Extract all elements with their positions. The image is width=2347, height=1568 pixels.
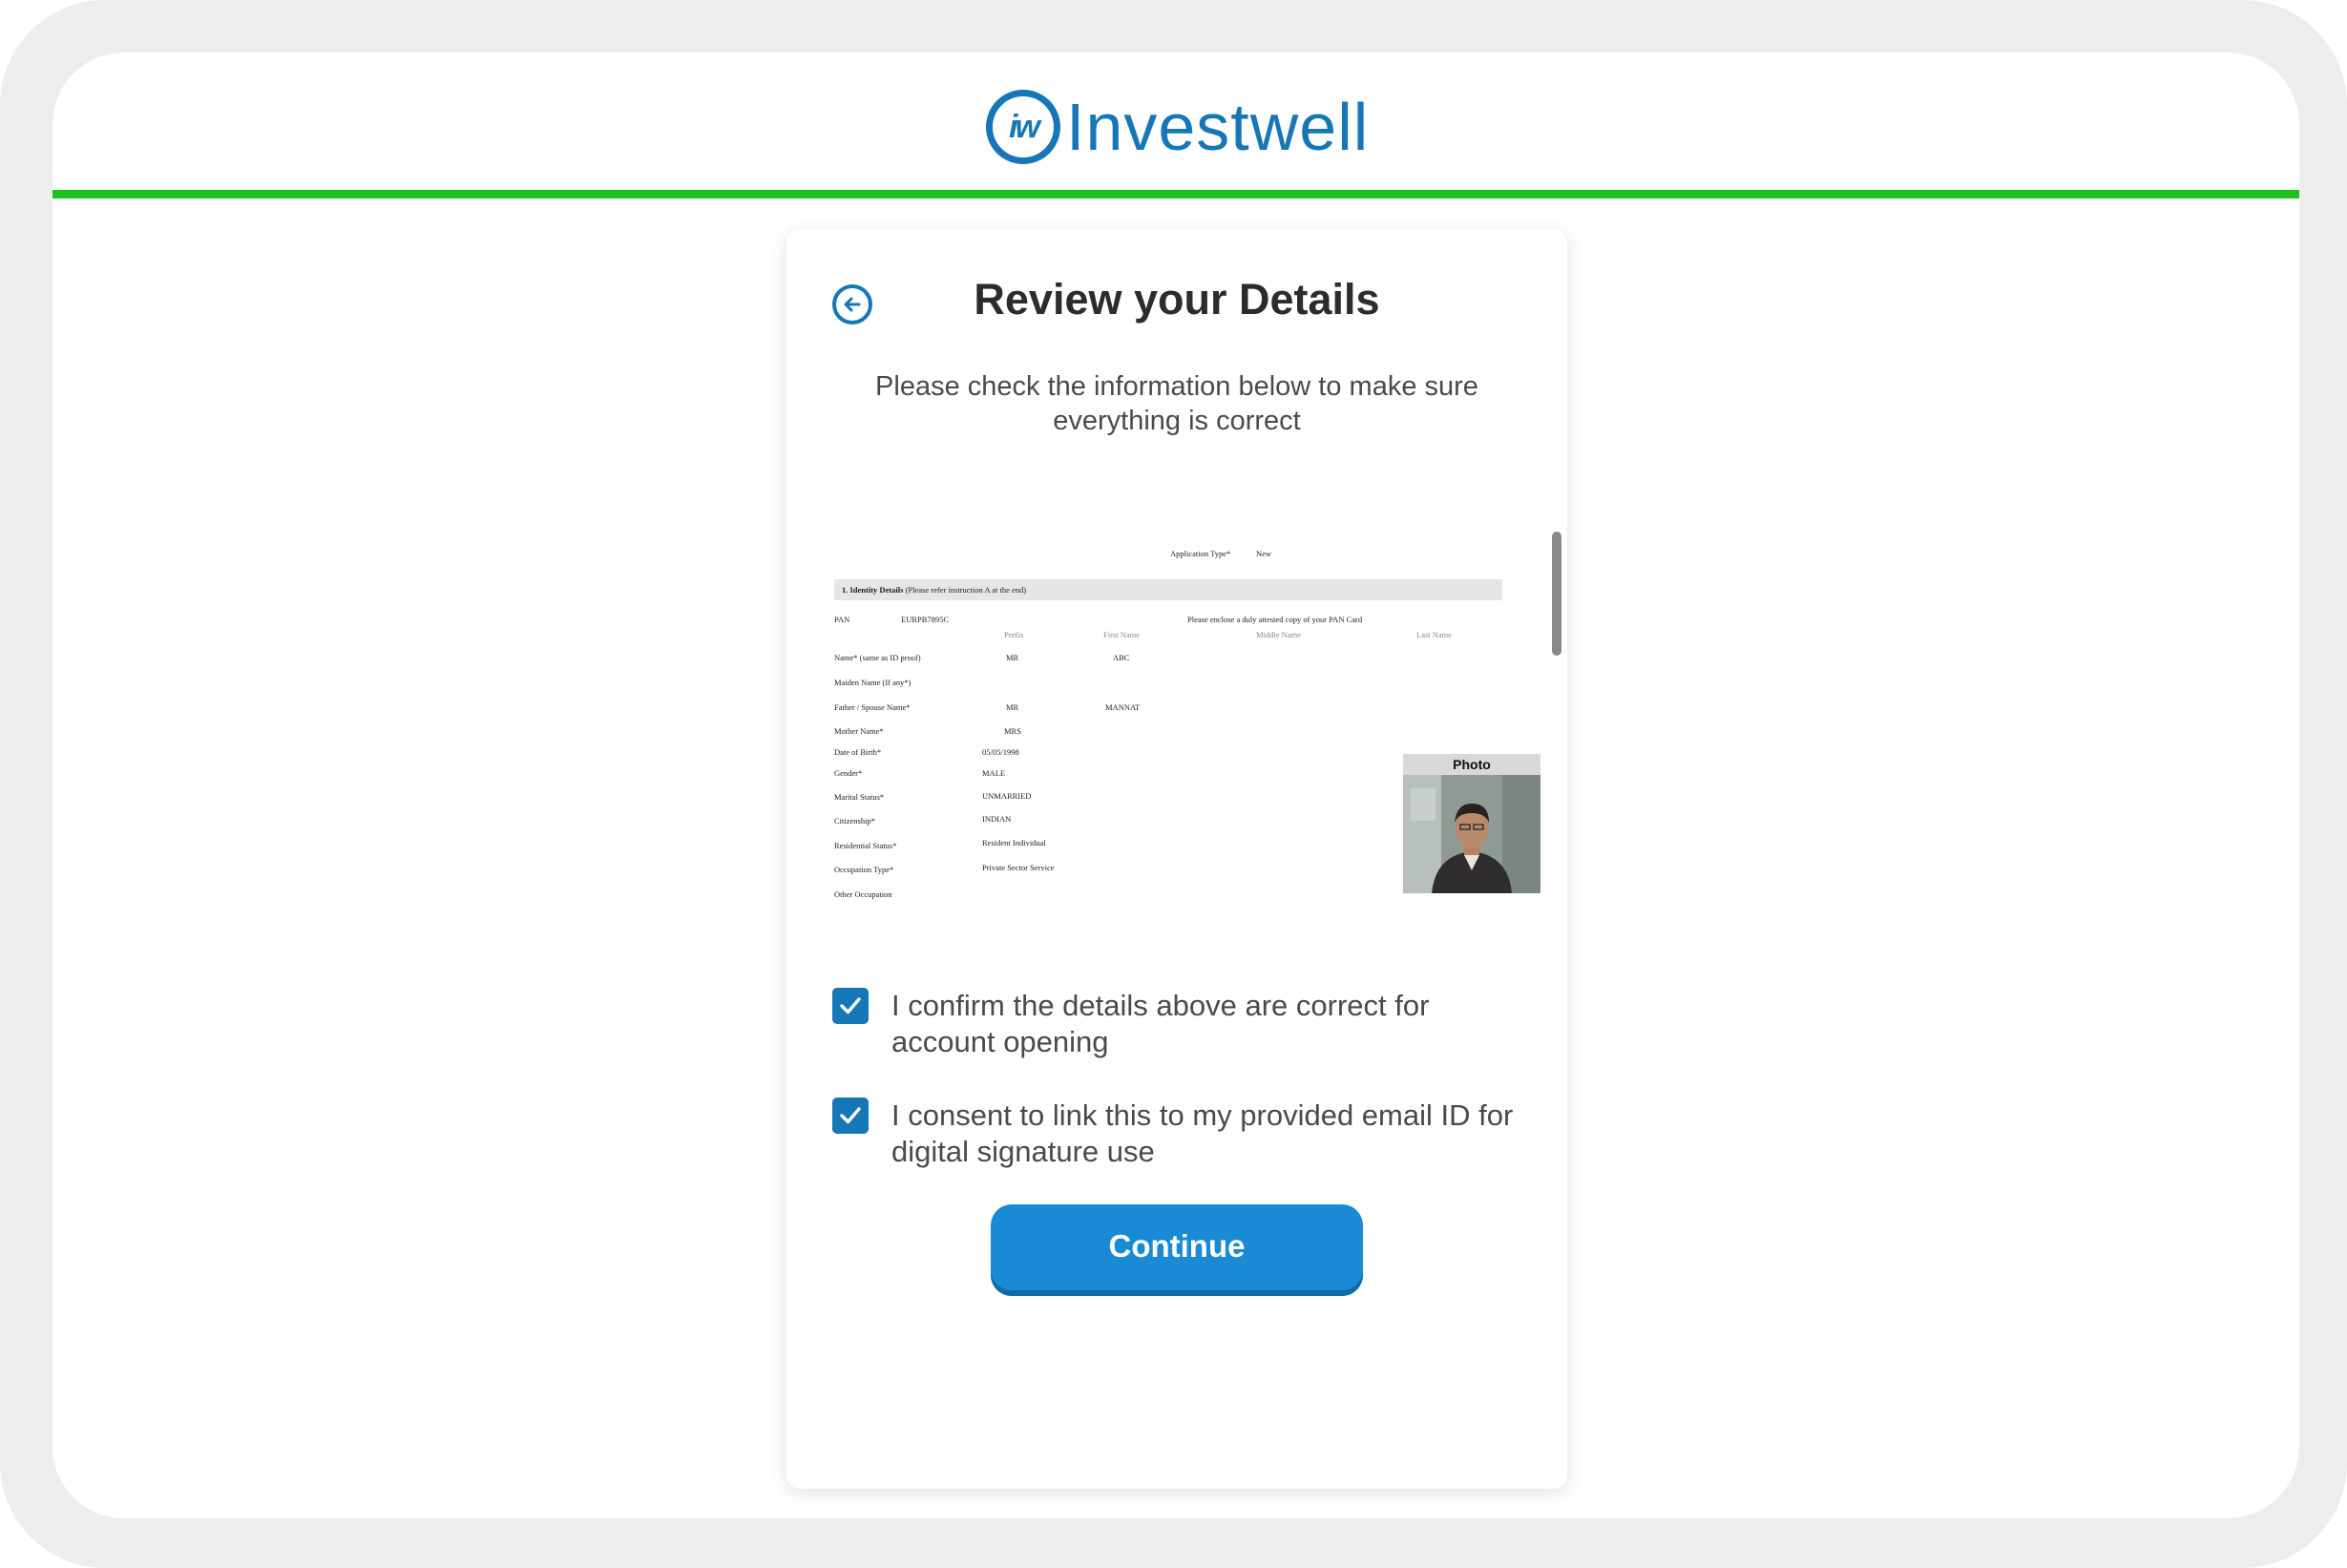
identity-section-header: 1. Identity Details (Please refer instru…	[834, 579, 1502, 600]
application-form-preview[interactable]: Application Type* New 1. Identity Detail…	[834, 515, 1540, 916]
field-value: Private Sector Service	[982, 863, 1055, 872]
column-last-name: Last Name	[1416, 630, 1453, 639]
field-value: UNMARRIED	[982, 791, 1032, 801]
section-title: 1. Identity Details	[842, 585, 904, 595]
column-middle-name: Middle Name	[1256, 630, 1301, 639]
email-consent-checkbox[interactable]	[832, 1098, 869, 1134]
confirm-details-label: I confirm the details above are correct …	[891, 989, 1430, 1058]
continue-button[interactable]: Continue	[991, 1204, 1363, 1296]
logo-mark-icon: iw	[986, 90, 1060, 164]
checkmark-icon	[840, 997, 861, 1014]
confirm-details-checkbox[interactable]	[832, 988, 869, 1024]
app-screen: iw Investwell Review your Details Please…	[52, 52, 2299, 1518]
applicant-photo: Photo	[1403, 754, 1540, 893]
page-subtitle: Please check the information below to ma…	[875, 371, 1478, 436]
field-value: ABC	[1113, 653, 1130, 662]
field-label: Gender*	[834, 768, 863, 778]
logo-text: Investwell	[1066, 90, 1370, 164]
section-note: (Please refer instruction A at the end)	[905, 585, 1027, 595]
email-consent-row[interactable]: I consent to link this to my provided em…	[832, 1098, 1519, 1170]
field-prefix: MR	[1006, 702, 1019, 712]
field-prefix: MRS	[1004, 726, 1021, 736]
person-photo-icon	[1403, 775, 1540, 893]
page-title: Review your Details	[974, 275, 1380, 324]
field-label: Occupation Type*	[834, 865, 894, 874]
review-card: Review your Details Please check the inf…	[786, 229, 1567, 1489]
pan-value: EURPB7895C	[901, 615, 950, 624]
field-label: Residential Status*	[834, 841, 897, 850]
field-prefix: MR	[1006, 653, 1019, 662]
field-label: Maiden Name (If any*)	[834, 678, 912, 687]
progress-bar	[52, 190, 2299, 199]
application-type-label: Application Type*	[1170, 549, 1231, 558]
photo-label: Photo	[1453, 757, 1491, 772]
column-first-name: First Name	[1103, 630, 1141, 639]
device-frame: iw Investwell Review your Details Please…	[0, 0, 2347, 1568]
document-scrollbar[interactable]	[1552, 532, 1561, 656]
field-label: Name* (same as ID proof)	[834, 653, 921, 662]
field-label: Father / Spouse Name*	[834, 702, 911, 712]
field-value: Resident Individual	[982, 838, 1046, 847]
investwell-logo: iw Investwell	[986, 87, 1369, 167]
field-label: Other Occupation	[834, 889, 892, 899]
column-prefix: Prefix	[1004, 630, 1024, 639]
confirm-details-row[interactable]: I confirm the details above are correct …	[832, 988, 1519, 1060]
field-value: MANNAT	[1105, 702, 1141, 712]
field-label: Marital Status*	[834, 792, 885, 802]
field-label: Citizenship*	[834, 816, 875, 826]
email-consent-label: I consent to link this to my provided em…	[891, 1098, 1514, 1168]
pan-note: Please enclose a duly attested copy of y…	[1187, 615, 1363, 624]
field-label: Mother Name*	[834, 726, 884, 736]
field-value: MALE	[982, 768, 1006, 778]
application-type-value: New	[1256, 549, 1272, 558]
header: iw Investwell	[52, 52, 2299, 199]
field-value: INDIAN	[982, 814, 1012, 824]
checkmark-icon	[840, 1107, 861, 1124]
field-value: 05/05/1998	[982, 747, 1019, 757]
pan-label: PAN	[834, 615, 850, 624]
field-label: Date of Birth*	[834, 747, 882, 757]
